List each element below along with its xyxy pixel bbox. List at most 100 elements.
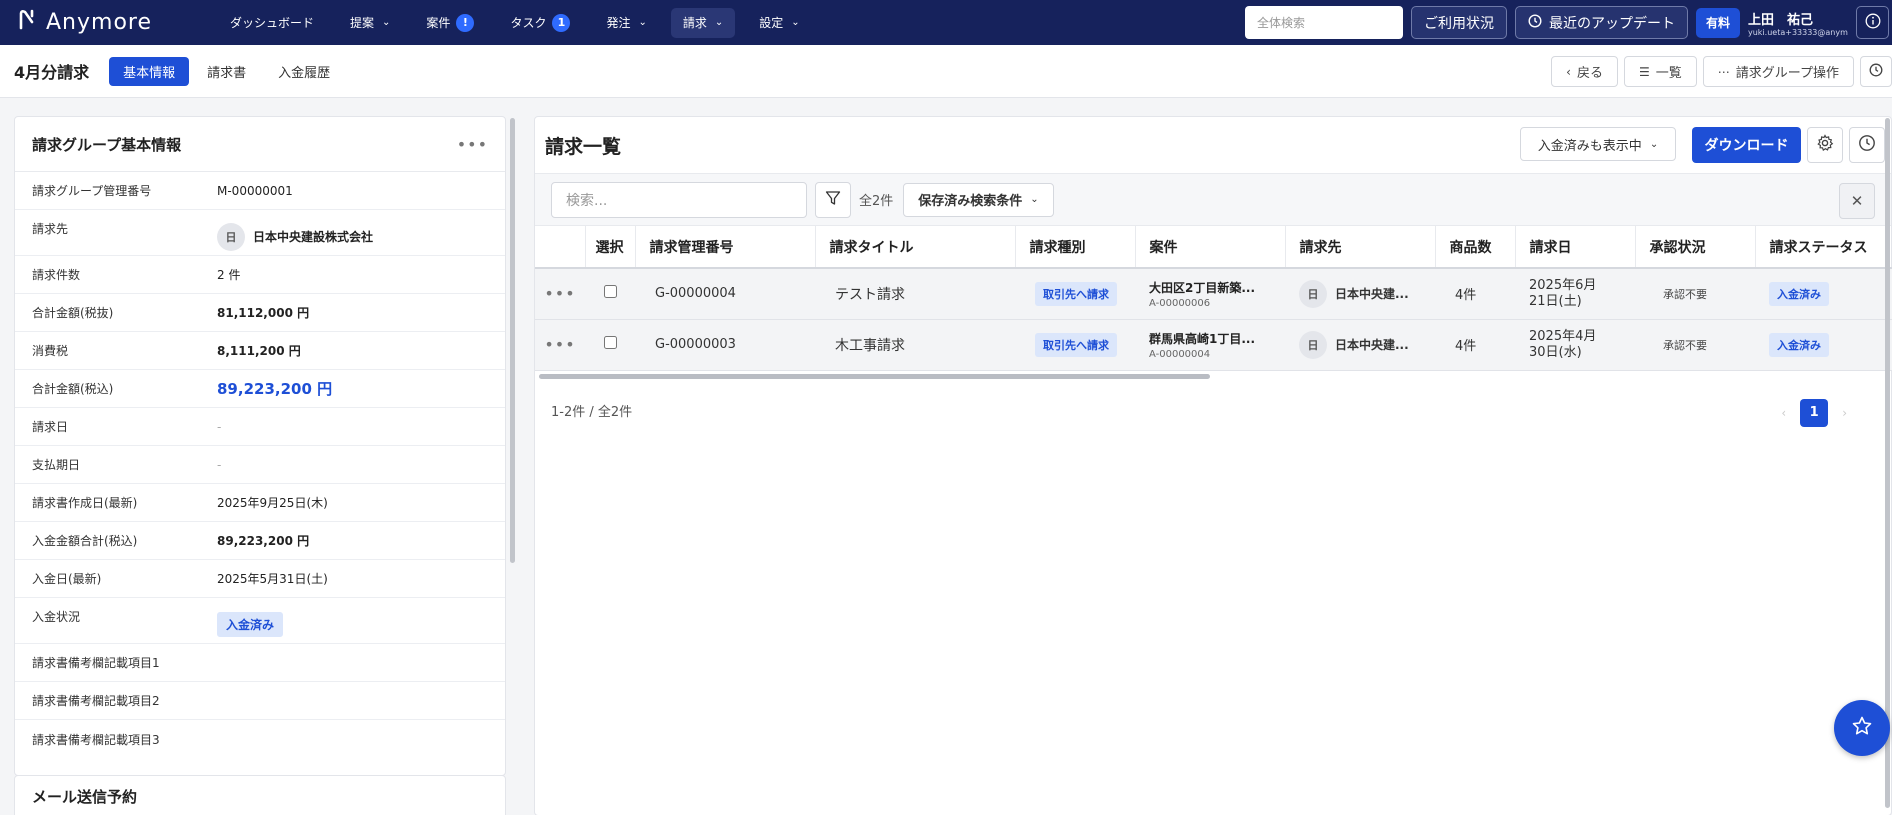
column-header-invoice-date[interactable]: 請求日 (1515, 226, 1636, 269)
filter-icon (825, 190, 841, 210)
client-cell[interactable]: 日日本中央建... (1285, 268, 1435, 320)
chevron-down-icon: ⌄ (714, 17, 724, 28)
field-value: 81,112,000 円 (217, 306, 310, 320)
invoice-title: 木工事請求 (815, 319, 1015, 371)
status-cell: 入金済み (1755, 319, 1892, 371)
nav-item-dashboard[interactable]: ダッシュボード (218, 8, 326, 38)
row-select-cell (585, 268, 635, 320)
client-cell[interactable]: 日日本中央建... (1285, 319, 1435, 371)
history-button[interactable] (1849, 127, 1885, 163)
invoice-number[interactable]: G-00000003 (635, 319, 815, 371)
table-row[interactable]: ••• G-00000004 テスト請求 取引先へ請求 大田区2丁目新築... A… (535, 268, 1892, 320)
field-value: 日本中央建設株式会社 (253, 230, 374, 244)
chevron-down-icon: ⌄ (1649, 138, 1659, 150)
row-checkbox[interactable] (603, 285, 617, 299)
project-cell[interactable]: 群馬県高崎1丁目... A-00000004 (1135, 319, 1285, 371)
status-badge: 入金済み (1769, 332, 1829, 357)
client-link[interactable]: 日日本中央建設株式会社 (217, 222, 374, 251)
column-header-invoice-type[interactable]: 請求種別 (1015, 226, 1136, 269)
recent-updates-button[interactable]: 最近のアップデート (1514, 6, 1688, 39)
column-header-invoice-number[interactable]: 請求管理番号 (635, 226, 816, 269)
pagination: 1-2件 / 全2件 ‹ 1 › (535, 381, 1891, 441)
favorite-fab-button[interactable] (1834, 700, 1890, 756)
table-row[interactable]: ••• G-00000003 木工事請求 取引先へ請求 群馬県高崎1丁目... A… (535, 319, 1892, 371)
field-value: 2025年5月31日(土) (217, 572, 328, 586)
nav-item-projects[interactable]: 案件! (414, 8, 486, 38)
column-header-approval[interactable]: 承認状況 (1635, 226, 1756, 269)
field-value: 89,223,200 円 (217, 534, 310, 548)
usage-button[interactable]: ご利用状況 (1410, 6, 1507, 39)
chevron-left-icon[interactable]: ‹ (1781, 406, 1786, 420)
nav-item-orders[interactable]: 発注 ⌄ (594, 8, 658, 38)
invoice-title: テスト請求 (815, 268, 1015, 320)
history-button[interactable] (1860, 56, 1892, 87)
project-name: 群馬県高崎1丁目... (1149, 331, 1256, 346)
more-options-icon[interactable]: ••• (544, 284, 575, 303)
approval-cell: 承認不要 (1635, 268, 1755, 320)
brand-logo[interactable]: Anymore (18, 8, 218, 38)
chevron-down-icon: ⌄ (382, 17, 391, 28)
left-panel-scrollbar[interactable] (510, 118, 515, 563)
user-menu[interactable]: 上田 祐己 yuki.ueta+33333@anym... (1748, 9, 1848, 37)
group-operations-button[interactable]: ⋯ 請求グループ操作 (1702, 56, 1854, 87)
info-icon (1865, 13, 1881, 33)
column-header-invoice-status[interactable]: 請求ステータス (1755, 226, 1892, 269)
project-cell[interactable]: 大田区2丁目新築... A-00000006 (1135, 268, 1285, 320)
column-header-client[interactable]: 請求先 (1285, 226, 1436, 269)
status-cell: 入金済み (1755, 268, 1892, 320)
column-header-actions (535, 226, 586, 269)
info-button[interactable] (1856, 6, 1889, 39)
saved-search-dropdown[interactable]: 保存済み検索条件 ⌄ (903, 182, 1054, 217)
client-avatar: 日 (1299, 330, 1327, 359)
client-name: 日本中央建... (1335, 338, 1409, 352)
nav-item-settings[interactable]: 設定 ⌄ (747, 8, 811, 38)
close-icon: ✕ (1850, 192, 1864, 210)
global-search-input[interactable]: 全体検索 (1244, 6, 1403, 39)
scrollbar-thumb[interactable] (539, 373, 1210, 379)
download-button[interactable]: ダウンロード (1692, 127, 1801, 163)
more-options-icon[interactable]: ••• (544, 335, 575, 354)
notification-badge: ! (456, 13, 475, 32)
filter-bar: 検索... 全2件 保存済み検索条件 ⌄ ✕ (535, 173, 1891, 226)
top-right-actions: 全体検索 ご利用状況 最近のアップデート 有料 上田 祐己 yuki.ueta+… (1244, 0, 1892, 45)
field-label: 請求日 (32, 420, 69, 434)
tab-basic-info[interactable]: 基本情報 (109, 56, 190, 86)
back-button[interactable]: ‹ 戻る (1551, 56, 1618, 87)
user-email: yuki.ueta+33333@anym... (1748, 27, 1848, 37)
row-checkbox[interactable] (603, 336, 617, 349)
field-label: 請求先 (32, 222, 69, 236)
nav-item-label: 案件 (426, 16, 451, 30)
page-number-button[interactable]: 1 (1800, 398, 1829, 427)
nav-item-proposal[interactable]: 提案 ⌄ (338, 8, 402, 38)
approval-status: 承認不要 (1663, 287, 1707, 301)
right-panel-scrollbar[interactable] (1885, 118, 1890, 808)
nav-item-billing[interactable]: 請求 ⌄ (670, 7, 736, 38)
search-input[interactable]: 検索... (551, 181, 807, 218)
column-header-item-count[interactable]: 商品数 (1435, 226, 1516, 269)
field-label: 請求書作成日(最新) (32, 496, 138, 510)
filter-button[interactable] (815, 181, 851, 218)
column-header-project[interactable]: 案件 (1135, 226, 1286, 269)
field-row: 合計金額(税込) 89,223,200 円 (15, 370, 505, 408)
list-button[interactable]: ☰ 一覧 (1623, 56, 1697, 87)
column-header-invoice-title[interactable]: 請求タイトル (815, 226, 1016, 269)
invoice-list-panel: 請求一覧 入金済みも表示中 ⌄ ダウンロード 検索... 全2件 保存済み検索条件… (534, 116, 1892, 815)
clock-icon (1869, 63, 1883, 81)
chevron-right-icon[interactable]: › (1842, 406, 1847, 420)
paid-filter-select[interactable]: 入金済みも表示中 ⌄ (1520, 127, 1676, 161)
column-header-select: 選択 (585, 226, 636, 269)
tab-invoices[interactable]: 請求書 (193, 57, 260, 86)
plan-badge: 有料 (1695, 7, 1740, 38)
table-horizontal-scrollbar[interactable] (535, 371, 1891, 381)
more-options-icon[interactable]: ••• (457, 135, 488, 154)
field-row: 入金金額合計(税込) 89,223,200 円 (15, 522, 505, 560)
field-row: 支払期日 - (15, 446, 505, 484)
invoice-date-cell: 2025年4月 30日(水) (1515, 319, 1635, 371)
settings-button[interactable] (1807, 127, 1843, 163)
nav-item-tasks[interactable]: タスク 1 (498, 8, 582, 38)
clear-filter-button[interactable]: ✕ (1839, 183, 1875, 219)
field-value: - (217, 457, 222, 472)
tab-payment-history[interactable]: 入金履歴 (264, 57, 344, 86)
field-row: 請求書備考欄記載項目3 (15, 720, 505, 758)
invoice-number[interactable]: G-00000004 (635, 268, 815, 320)
